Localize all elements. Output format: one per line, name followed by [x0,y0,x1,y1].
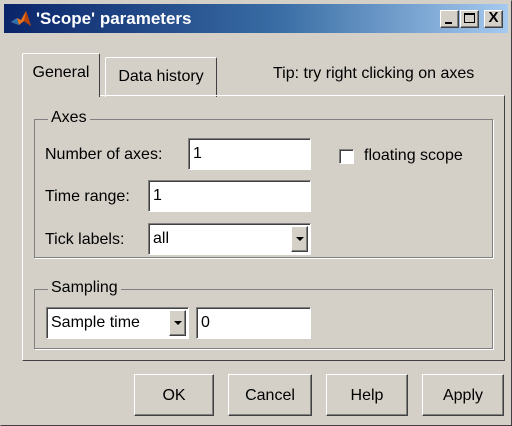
apply-button-label: Apply [442,387,484,404]
ok-button-label: OK [162,387,186,404]
tick-labels-select[interactable]: all [148,223,311,255]
help-button[interactable]: Help [326,374,408,416]
sampling-group-title: Sampling [48,279,121,297]
floating-scope-checkbox[interactable] [339,149,354,164]
close-button[interactable]: X [484,9,503,28]
sampling-mode-value: Sample time [51,314,140,331]
tip-text: Tip: try right clicking on axes [273,65,475,82]
tick-labels-value: all [153,230,170,247]
close-icon: X [488,9,499,26]
matlab-membrane-icon [11,11,31,26]
time-range-input[interactable]: 1 [148,180,311,212]
sampling-value-input[interactable]: 0 [196,307,311,339]
tick-labels-label: Tick labels: [45,231,125,248]
axes-group-title: Axes [48,109,90,127]
minimize-icon [445,22,452,24]
number-of-axes-input[interactable]: 1 [188,138,311,170]
number-of-axes-label: Number of axes: [45,146,163,163]
title-bar[interactable]: 'Scope' parameters X [4,4,508,33]
maximize-icon [464,13,475,23]
tab-data-history-label: Data history [118,68,204,85]
sampling-mode-dropdown-button[interactable] [169,310,186,336]
maximize-button[interactable] [460,10,479,28]
ok-button[interactable]: OK [134,374,214,416]
floating-scope-label[interactable]: floating scope [364,147,463,165]
tab-data-history[interactable]: Data history [105,57,217,97]
help-button-label: Help [350,387,384,404]
window-title: 'Scope' parameters [36,9,192,28]
time-range-label: Time range: [45,188,130,205]
tab-general-label: General [32,64,90,81]
tick-labels-dropdown-button[interactable] [291,226,308,252]
minimize-button[interactable] [440,10,459,28]
scope-parameters-dialog: 'Scope' parameters X General Data histor… [0,0,512,426]
chevron-down-icon [296,237,304,241]
cancel-button-label: Cancel [245,387,295,404]
cancel-button[interactable]: Cancel [228,374,312,416]
chevron-down-icon [174,321,182,325]
general-tab-panel: Axes Number of axes: 1 floating scope Ti… [22,95,505,361]
apply-button[interactable]: Apply [422,374,504,416]
tab-general[interactable]: General [22,53,100,97]
sampling-mode-select[interactable]: Sample time [46,307,189,339]
